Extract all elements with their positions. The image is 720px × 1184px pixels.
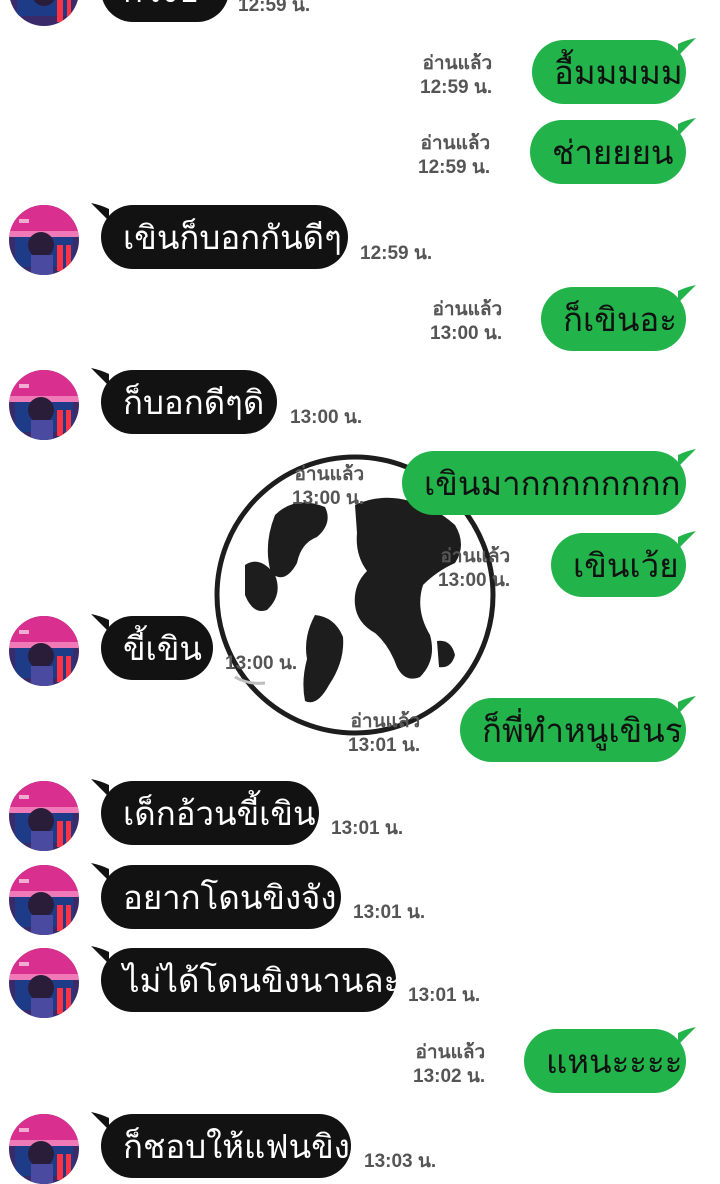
message-bubble-outgoing[interactable]: ช่ายยยน	[530, 118, 696, 184]
message-meta: 13:00 น.	[225, 652, 297, 676]
avatar[interactable]	[9, 865, 79, 935]
read-receipt: อ่านแล้ว	[422, 53, 493, 74]
bubble-tail	[678, 38, 696, 56]
message-time: 13:00 น.	[225, 653, 298, 674]
message-meta: 13:01 น.	[408, 984, 480, 1008]
message-time: 13:00 น.	[292, 488, 365, 509]
read-receipt: อ่านแล้ว	[432, 299, 503, 320]
message-bubble-incoming[interactable]: เด็กอ้วนขี้เขิน	[91, 779, 319, 845]
bubble-tail	[678, 696, 696, 714]
message-bubble-incoming[interactable]: เขินก็บอกกันดีๆ	[91, 203, 348, 269]
bubble-tail	[678, 449, 696, 467]
message-meta: อ่านแล้ว 13:01 น.	[348, 710, 420, 758]
message-meta: อ่านแล้ว 13:00 น.	[292, 463, 364, 511]
avatar-image	[9, 865, 79, 935]
message-time: 13:00 น.	[430, 323, 503, 344]
message-time: 13:01 น.	[348, 735, 421, 756]
message-text: เขินก็บอกกันดีๆ	[123, 217, 342, 257]
message-bubble-incoming[interactable]: ก็ชอบให้แฟนขิง	[91, 1112, 351, 1178]
avatar[interactable]	[9, 948, 79, 1018]
message-time: 13:01 น.	[408, 985, 481, 1006]
message-bubble-incoming[interactable]: ก็บอกดีๆดิ	[91, 368, 277, 434]
message-meta: อ่านแล้ว 13:00 น.	[430, 298, 502, 346]
message-time: 13:00 น.	[438, 570, 511, 591]
avatar-image	[9, 948, 79, 1018]
bubble-tail	[91, 203, 109, 221]
avatar-image	[9, 370, 79, 440]
read-receipt: อ่านแล้ว	[420, 133, 491, 154]
bubble-tail	[91, 368, 109, 386]
bubble-tail	[678, 118, 696, 136]
read-receipt: อ่านแล้ว	[440, 546, 511, 567]
message-text: ขี้เขิน	[123, 628, 202, 668]
avatar-image	[9, 781, 79, 851]
message-bubble-outgoing[interactable]: แหนะะะะ	[524, 1027, 696, 1093]
message-bubble-incoming[interactable]: อยากโดนขิงจัง	[91, 863, 341, 929]
message-time: 12:59 น.	[360, 243, 433, 264]
bubble-tail	[91, 1112, 109, 1130]
message-time: 12:59 น.	[420, 77, 493, 98]
avatar[interactable]	[9, 205, 79, 275]
bubble-tail	[678, 285, 696, 303]
message-text: ช่ายยยน	[552, 132, 674, 172]
bubble-tail	[91, 614, 109, 632]
read-receipt: อ่านแล้ว	[415, 1042, 486, 1063]
avatar-image	[9, 1114, 79, 1184]
message-text: ก็ชอบให้แฟนขิง	[123, 1126, 350, 1166]
message-text: ก็เขินอะ	[563, 299, 677, 339]
message-meta: อ่านแล้ว 13:00 น.	[438, 545, 510, 593]
message-time: 12:59 น.	[418, 157, 491, 178]
message-text: เด็กอ้วนขี้เขิน	[123, 793, 316, 833]
message-time: 13:03 น.	[364, 1151, 437, 1172]
message-bubble-incoming[interactable]: ไม่ได้โดนขิงนานละ	[91, 946, 401, 1012]
message-time: 13:02 น.	[413, 1066, 486, 1087]
read-receipt: อ่านแล้ว	[350, 711, 421, 732]
message-text: อื้มมมมม	[554, 52, 683, 92]
message-time: 13:01 น.	[331, 818, 404, 839]
avatar[interactable]	[9, 781, 79, 851]
bubble-tail	[678, 531, 696, 549]
message-meta: 13:01 น.	[331, 817, 403, 841]
message-bubble-outgoing[interactable]: อื้มมมมม	[532, 38, 696, 104]
message-text: ไม่ได้โดนขิงนานละ	[123, 960, 402, 1000]
message-meta: อ่านแล้ว 12:59 น.	[418, 132, 490, 180]
bubble-tail	[678, 1027, 696, 1045]
message-time: 13:00 น.	[290, 407, 363, 428]
message-text: เขินมากกกกกกกก	[424, 463, 681, 503]
message-meta: 13:03 น.	[364, 1150, 436, 1174]
message-text: อยากโดนขิงจัง	[123, 877, 337, 917]
message-bubble-incoming[interactable]: ก็ว่งบ	[101, 0, 229, 22]
message-bubble-outgoing[interactable]: ก็พี่ทำหนูเขินร	[460, 696, 696, 762]
avatar[interactable]	[9, 0, 79, 26]
message-text: ก็พี่ทำหนูเขินร	[482, 710, 683, 750]
message-text: เขินเว้ย	[573, 545, 679, 585]
avatar[interactable]	[9, 616, 79, 686]
message-text: ก็บอกดีๆดิ	[123, 382, 265, 422]
message-bubble-outgoing[interactable]: เขินเว้ย	[551, 531, 696, 597]
message-meta: 13:01 น.	[353, 901, 425, 925]
message-meta: 12:59 น.	[238, 0, 310, 18]
bubble-tail	[91, 946, 109, 964]
message-meta: 12:59 น.	[360, 242, 432, 266]
avatar-image	[9, 205, 79, 275]
read-receipt: อ่านแล้ว	[294, 464, 365, 485]
message-text: ก็ว่งบ	[123, 0, 199, 17]
bubble-tail	[91, 863, 109, 881]
bubble-tail	[91, 779, 109, 797]
message-time: 13:01 น.	[353, 902, 426, 923]
message-meta: อ่านแล้ว 12:59 น.	[420, 52, 492, 100]
message-bubble-outgoing[interactable]: เขินมากกกกกกกก	[402, 449, 696, 515]
message-meta: อ่านแล้ว 13:02 น.	[413, 1041, 485, 1089]
message-bubble-incoming[interactable]: ขี้เขิน	[91, 614, 213, 680]
message-bubble-outgoing[interactable]: ก็เขินอะ	[541, 285, 696, 351]
message-meta: 13:00 น.	[290, 406, 362, 430]
avatar[interactable]	[9, 370, 79, 440]
message-time: 12:59 น.	[238, 0, 311, 16]
message-text: แหนะะะะ	[546, 1041, 683, 1081]
avatar-image	[9, 616, 79, 686]
avatar[interactable]	[9, 1114, 79, 1184]
